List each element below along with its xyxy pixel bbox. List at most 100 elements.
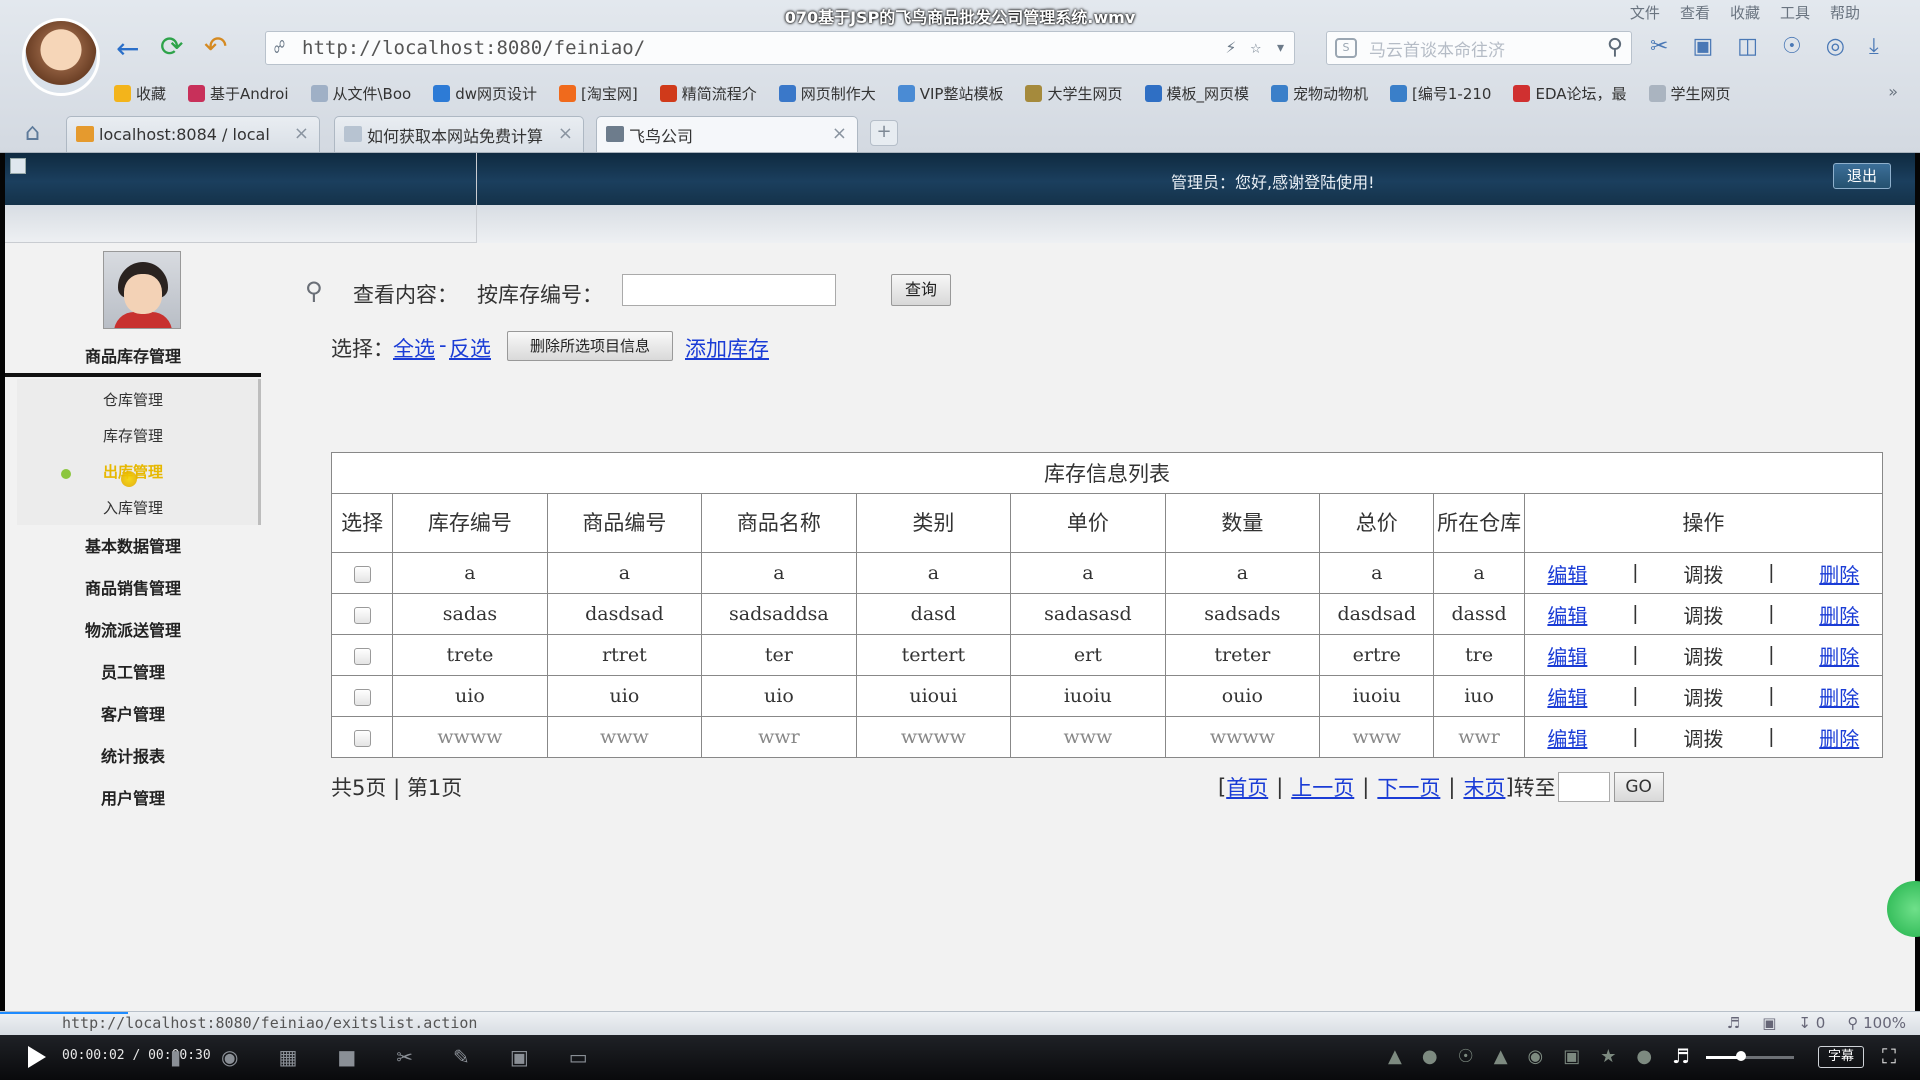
transfer-action[interactable]: 调拨 [1683, 723, 1723, 752]
scissors-icon[interactable]: ✂ [1650, 34, 1668, 59]
bookmark-item[interactable]: 模板_网页模 [1144, 80, 1249, 106]
sidebar-item-stock[interactable]: 库存管理 [17, 425, 249, 446]
tray-icon[interactable]: ● [1422, 1046, 1438, 1067]
fullscreen-icon[interactable]: ⛶ [1882, 1044, 1896, 1068]
delete-selected-button[interactable]: 删除所选项目信息 [507, 331, 673, 361]
tab-feiniao[interactable]: 飞鸟公司 × [596, 116, 858, 152]
briefcase-icon[interactable]: ▣ [1762, 1014, 1776, 1032]
edit-link[interactable]: 编辑 [1547, 682, 1587, 711]
lightning-icon[interactable]: ⚡ [1225, 37, 1236, 58]
extension-icon[interactable]: ◫ [1737, 34, 1758, 59]
speaker-icon[interactable]: ♬ [1727, 1014, 1740, 1032]
row-checkbox[interactable] [353, 729, 371, 747]
edit-link[interactable]: 编辑 [1547, 641, 1587, 670]
taskbar-app-icon[interactable]: ✂ [396, 1045, 413, 1069]
tray-icon[interactable]: ▲ [1388, 1046, 1402, 1067]
screenshot-icon[interactable]: ▣ [1692, 34, 1713, 59]
undo-icon[interactable]: ↶ [204, 30, 227, 63]
back-arrow-icon[interactable]: ← [116, 32, 139, 65]
tray-icon[interactable]: ▣ [1563, 1046, 1580, 1067]
download-icon[interactable]: ⤓ [1869, 34, 1879, 59]
taskbar-app-icon[interactable]: ▭ [569, 1045, 588, 1069]
last-page-link[interactable]: 末页 [1463, 772, 1505, 802]
delete-link[interactable]: 删除 [1819, 723, 1859, 752]
close-icon[interactable]: × [294, 123, 309, 144]
delete-link[interactable]: 删除 [1819, 559, 1859, 588]
sidebar-group-inventory[interactable]: 商品库存管理 [5, 343, 261, 367]
bookmark-item[interactable]: 收藏 [114, 80, 166, 106]
bookmark-item[interactable]: 大学生网页 [1025, 80, 1123, 106]
address-bar[interactable]: ☍ http://localhost:8080/feiniao/ ⚡ ☆ ▾ [265, 31, 1295, 65]
floating-widget[interactable] [1887, 881, 1920, 937]
sidebar-item-warehouse[interactable]: 仓库管理 [17, 389, 249, 410]
tray-icon[interactable]: ▲ [1494, 1046, 1508, 1067]
sidebar-group-users[interactable]: 用户管理 [5, 785, 261, 809]
bookmark-item[interactable]: dw网页设计 [433, 80, 537, 106]
subtitle-button[interactable]: 字幕 [1818, 1046, 1864, 1068]
bookmark-item[interactable]: 网页制作大 [778, 80, 876, 106]
edit-link[interactable]: 编辑 [1547, 559, 1587, 588]
refresh-icon[interactable]: ⟳ [160, 30, 183, 63]
stock-id-search-input[interactable] [622, 274, 836, 306]
sidebar-group-employees[interactable]: 员工管理 [5, 659, 261, 683]
query-button[interactable]: 查询 [891, 274, 951, 306]
bookmark-item[interactable]: 精简流程介 [659, 80, 757, 106]
bookmark-item[interactable]: [编号1-210 [1390, 80, 1491, 106]
tray-shield-icon[interactable]: ☉ [1458, 1046, 1474, 1067]
globe-icon[interactable]: ◎ [1826, 34, 1845, 59]
bookmark-item[interactable]: 宠物动物机 [1271, 80, 1368, 106]
play-icon[interactable] [28, 1046, 46, 1068]
invert-selection-link[interactable]: 反选 [449, 333, 491, 363]
delete-link[interactable]: 删除 [1819, 682, 1859, 711]
sidebar-group-reports[interactable]: 统计报表 [5, 743, 261, 767]
add-stock-link[interactable]: 添加库存 [685, 333, 769, 363]
transfer-action[interactable]: 调拨 [1683, 600, 1723, 629]
transfer-action[interactable]: 调拨 [1683, 641, 1723, 670]
close-icon[interactable]: × [832, 123, 847, 144]
sidebar-item-inbound[interactable]: 入库管理 [17, 497, 249, 518]
bookmark-item[interactable]: VIP整站模板 [897, 80, 1003, 106]
taskbar-app-icon[interactable]: ✎ [453, 1045, 470, 1069]
delete-link[interactable]: 删除 [1819, 641, 1859, 670]
row-checkbox[interactable] [353, 647, 371, 665]
bookmark-item[interactable]: 基于Androi [188, 80, 289, 106]
zoom-level[interactable]: ⚲ 100% [1847, 1014, 1906, 1032]
transfer-action[interactable]: 调拨 [1683, 682, 1723, 711]
tab-localhost-8084[interactable]: localhost:8084 / local × [66, 116, 320, 152]
row-checkbox[interactable] [353, 688, 371, 706]
home-icon[interactable]: ⌂ [25, 118, 40, 146]
go-button[interactable]: GO [1613, 772, 1664, 802]
taskbar-app-icon[interactable]: ▣ [510, 1045, 529, 1069]
download-count[interactable]: ↧ 0 [1798, 1014, 1825, 1032]
new-tab-button[interactable]: + [870, 120, 898, 146]
goto-page-input[interactable] [1557, 772, 1610, 802]
select-all-link[interactable]: 全选 [393, 333, 435, 363]
sidebar-group-logistics[interactable]: 物流派送管理 [5, 617, 261, 641]
bookmark-item[interactable]: [淘宝网] [559, 80, 638, 106]
delete-link[interactable]: 删除 [1819, 600, 1859, 629]
prev-page-link[interactable]: 上一页 [1291, 772, 1354, 802]
logout-button[interactable]: 退出 [1833, 163, 1891, 189]
volume-icon[interactable]: ♬ [1672, 1044, 1690, 1068]
tab-free-site[interactable]: 如何获取本网站免费计算 × [334, 116, 584, 152]
bookmark-item[interactable]: EDA论坛，最 [1513, 80, 1627, 106]
next-page-link[interactable]: 下一页 [1377, 772, 1440, 802]
browser-search-box[interactable]: S 马云首谈本命往济 ⚲ [1326, 31, 1632, 65]
row-checkbox[interactable] [353, 565, 371, 583]
security-icon[interactable]: ☉ [1782, 34, 1802, 59]
bookmark-item[interactable]: 学生网页 [1648, 80, 1731, 106]
transfer-action[interactable]: 调拨 [1683, 559, 1723, 588]
close-icon[interactable]: × [558, 123, 573, 144]
sidebar-group-basic-data[interactable]: 基本数据管理 [5, 533, 261, 557]
bookmark-item[interactable]: 从文件\Boo [310, 80, 411, 106]
chevron-down-icon[interactable]: ▾ [1275, 37, 1286, 58]
sidebar-group-sales[interactable]: 商品销售管理 [5, 575, 261, 599]
taskbar-folder-icon[interactable]: ■ [337, 1045, 356, 1069]
row-checkbox[interactable] [353, 606, 371, 624]
search-engine-icon[interactable]: S [1335, 38, 1357, 58]
taskbar-app-icon[interactable]: ◉ [221, 1045, 238, 1069]
first-page-link[interactable]: 首页 [1226, 772, 1268, 802]
taskbar-app-icon[interactable]: ▦ [278, 1045, 297, 1069]
sidebar-group-customers[interactable]: 客户管理 [5, 701, 261, 725]
edit-link[interactable]: 编辑 [1547, 723, 1587, 752]
